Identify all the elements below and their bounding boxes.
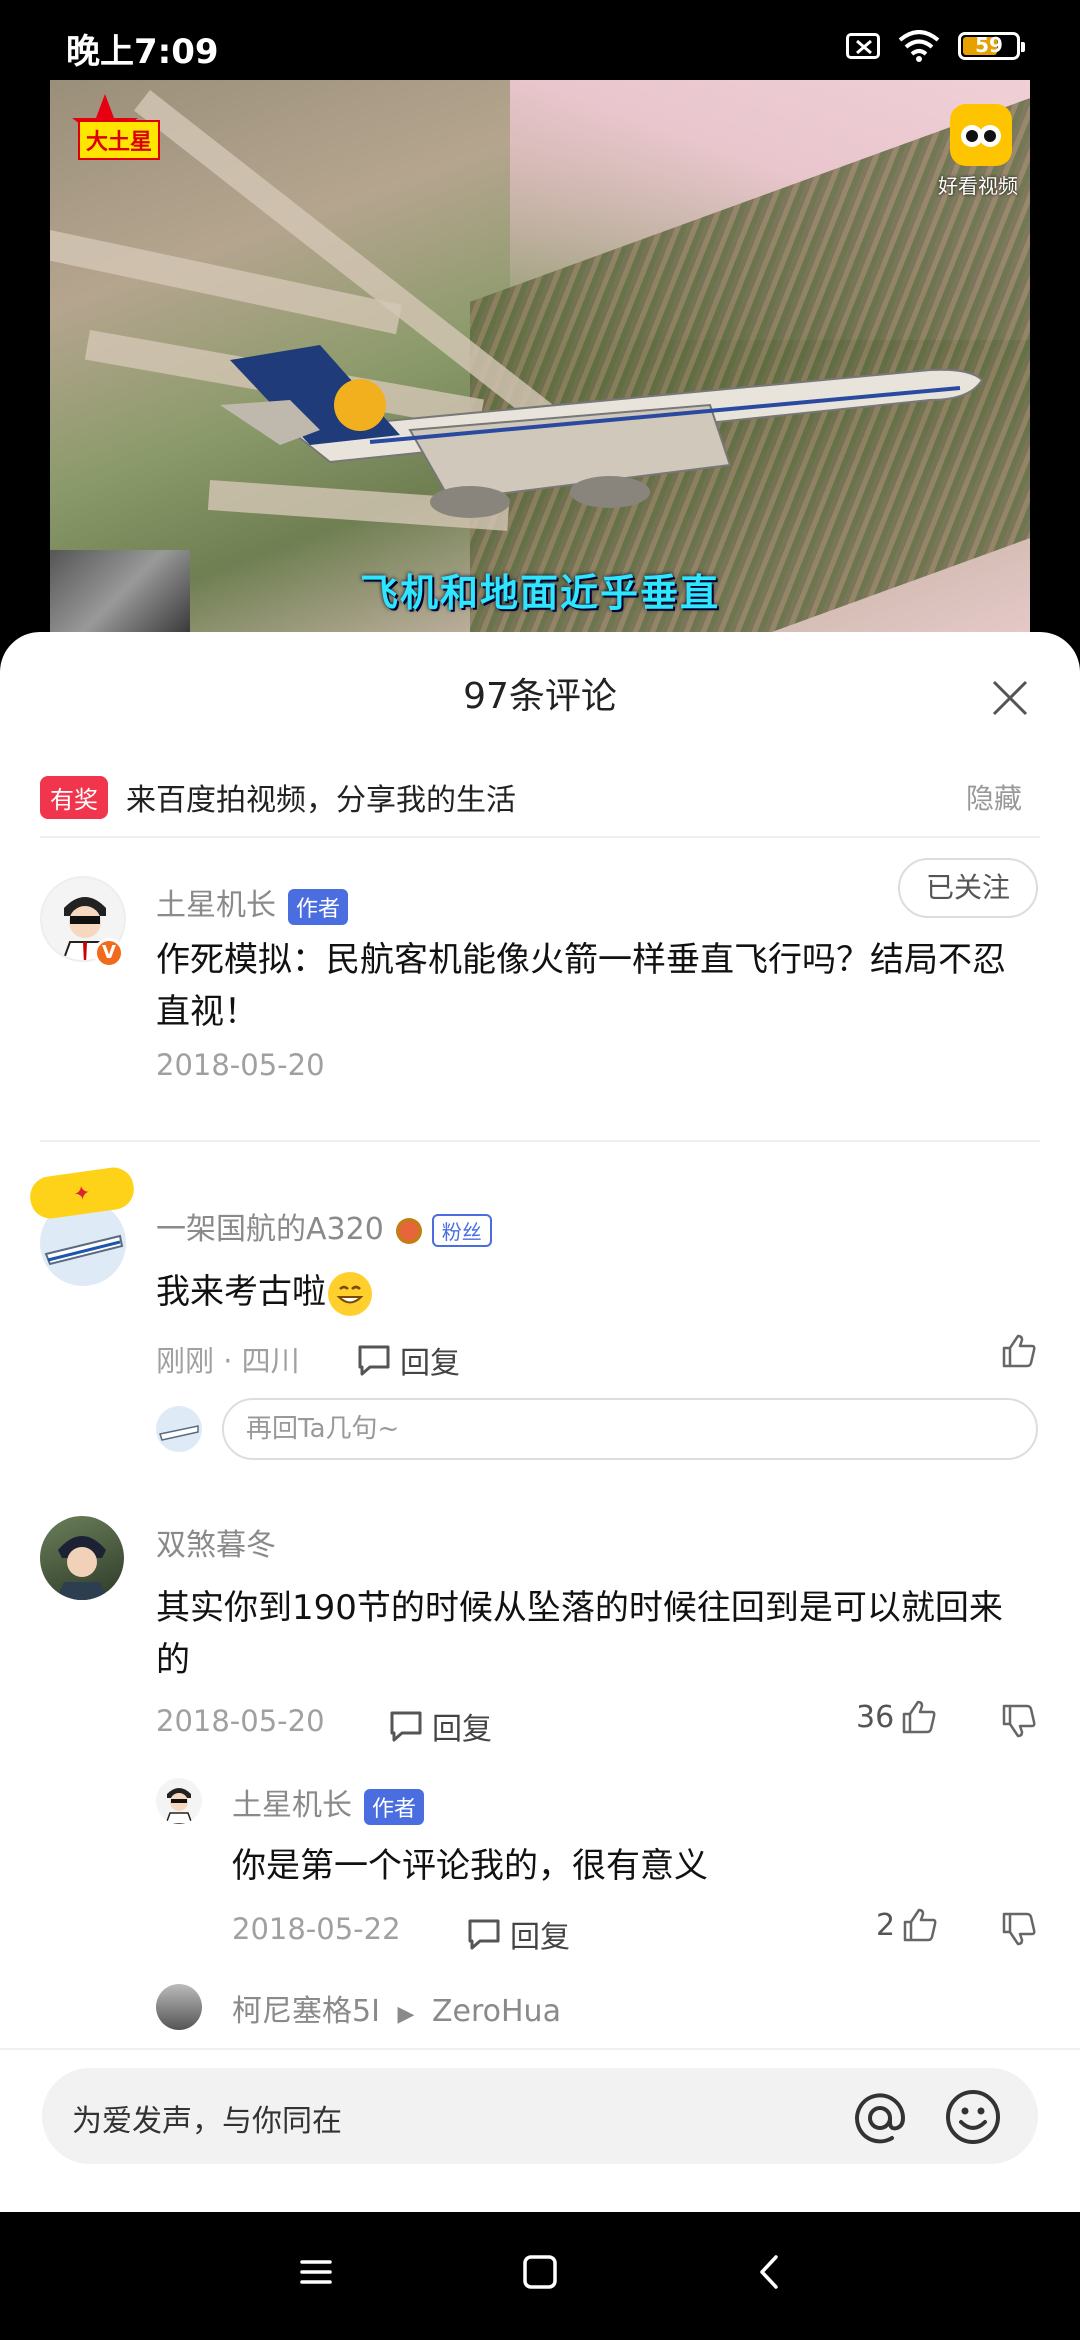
channel-tag: 大土星 — [78, 120, 161, 160]
reply-avatar[interactable] — [156, 1984, 202, 2030]
reply-label: 回复 — [432, 1712, 492, 1747]
reply-icon — [468, 1919, 500, 1950]
reply-button[interactable]: 回复 — [356, 1338, 460, 1382]
reply-label: 回复 — [510, 1920, 570, 1955]
comments-sheet: 97条评论 有奖 来百度拍视频，分享我的生活 隐藏 V 土星机长 作者 已关注 作… — [0, 632, 1080, 2212]
my-avatar — [156, 1406, 202, 1452]
reply-arrow-icon: ▶ — [397, 2002, 415, 2027]
like-icon — [903, 1908, 937, 1942]
like-button[interactable]: 36 — [856, 1698, 938, 1736]
status-time: 晚上7:09 — [66, 32, 219, 72]
close-icon[interactable] — [990, 678, 1030, 718]
comment-input-placeholder: 为爱发声，与你同在 — [72, 2104, 342, 2139]
author-post-date: 2018-05-20 — [156, 1048, 325, 1082]
no-sim-icon — [846, 33, 880, 59]
reply-label: 回复 — [400, 1346, 460, 1381]
dislike-icon[interactable] — [1000, 1910, 1038, 1948]
sheet-header: 97条评论 — [0, 662, 1080, 732]
reply-button[interactable]: 回复 — [466, 1912, 570, 1956]
author-username[interactable]: 土星机长 — [156, 888, 276, 923]
video-subtitle: 飞机和地面近乎垂直 — [359, 571, 720, 615]
reply-to-username[interactable]: ZeroHua — [432, 1994, 561, 2029]
like-count: 36 — [856, 1699, 895, 1735]
wifi-icon — [898, 30, 940, 62]
like-icon[interactable] — [1000, 1332, 1038, 1370]
status-icons: 59 — [846, 30, 1025, 62]
reply-icon — [390, 1711, 422, 1742]
comment-input-bar: 为爱发声，与你同在 — [0, 2048, 1080, 2212]
commenter-username[interactable]: 一架国航的A320 — [156, 1212, 384, 1247]
like-icon — [902, 1700, 936, 1734]
like-count: 2 — [876, 1907, 896, 1943]
comment-input[interactable]: 为爱发声，与你同在 — [42, 2068, 1038, 2164]
grin-emoji-icon — [328, 1271, 372, 1316]
author-post-text: 作死模拟：民航客机能像火箭一样垂直飞行吗？结局不忍直视！ — [156, 940, 1006, 1032]
dislike-icon[interactable] — [1000, 1702, 1038, 1740]
app-watermark: 好看视频 — [938, 174, 1018, 198]
like-button[interactable]: 2 — [876, 1906, 939, 1944]
verified-icon: V — [94, 938, 124, 968]
emoji-icon[interactable] — [944, 2088, 1002, 2146]
reply-from-username[interactable]: 柯尼塞格5I — [232, 1994, 380, 2029]
haokan-logo-icon — [950, 104, 1012, 166]
reply-username[interactable]: 土星机长 — [232, 1788, 352, 1823]
comment-date: 2018-05-20 — [156, 1704, 325, 1738]
comment-text: 我来考古啦 — [156, 1266, 372, 1318]
back-nav-icon[interactable] — [752, 2252, 788, 2292]
promo-hide-button[interactable]: 隐藏 — [966, 777, 1022, 817]
home-nav-icon[interactable] — [522, 2252, 558, 2292]
follow-button[interactable]: 已关注 — [898, 858, 1038, 918]
comment-text: 其实你到190节的时候从坠落的时候往回到是可以就回来的 — [156, 1588, 1003, 1680]
commenter-username[interactable]: 双煞暮冬 — [156, 1520, 276, 1564]
battery-percent: 59 — [975, 33, 1003, 57]
fan-badge: 粉丝 — [431, 1214, 492, 1247]
reply-button[interactable]: 回复 — [388, 1704, 492, 1748]
author-username-row: 土星机长 作者 — [156, 880, 349, 925]
reply-icon — [358, 1345, 390, 1376]
author-badge: 作者 — [364, 1788, 425, 1825]
menu-nav-icon[interactable] — [298, 2252, 334, 2292]
reply-username-row: 土星机长 作者 — [232, 1780, 425, 1825]
promo-badge: 有奖 — [40, 775, 108, 819]
reply-preview-row[interactable]: 柯尼塞格5I ▶ ZeroHua — [232, 1986, 561, 2030]
commenter-avatar[interactable] — [40, 1516, 124, 1600]
reply-text: 你是第一个评论我的，很有意义 — [232, 1846, 708, 1886]
video-player[interactable]: 大土星 好看视频 飞机和地面近乎垂直 — [50, 80, 1030, 640]
author-badge: 作者 — [288, 888, 349, 925]
mention-at-icon[interactable] — [852, 2090, 908, 2146]
comments-count-title: 97条评论 — [463, 676, 617, 717]
promo-banner[interactable]: 有奖 来百度拍视频，分享我的生活 隐藏 — [40, 758, 1040, 838]
system-nav-bar — [0, 2212, 1080, 2340]
status-bar: 晚上7:09 59 — [0, 0, 1080, 78]
commenter-username-row: 一架国航的A320 粉丝 — [156, 1204, 492, 1248]
reply-date: 2018-05-22 — [232, 1912, 401, 1946]
promo-text: 来百度拍视频，分享我的生活 — [126, 783, 516, 818]
reply-input[interactable]: 再回Ta几句~ — [222, 1398, 1038, 1460]
comment-meta: 刚刚 · 四川 — [156, 1344, 300, 1378]
airplane-image — [220, 345, 984, 518]
creator-star-badge: ✦ — [27, 1164, 137, 1222]
comment-text-content: 我来考古啦 — [156, 1272, 326, 1312]
level-icon — [395, 1217, 422, 1244]
reply-avatar[interactable] — [156, 1778, 202, 1824]
battery-icon: 59 — [958, 32, 1025, 60]
divider — [40, 1140, 1040, 1142]
